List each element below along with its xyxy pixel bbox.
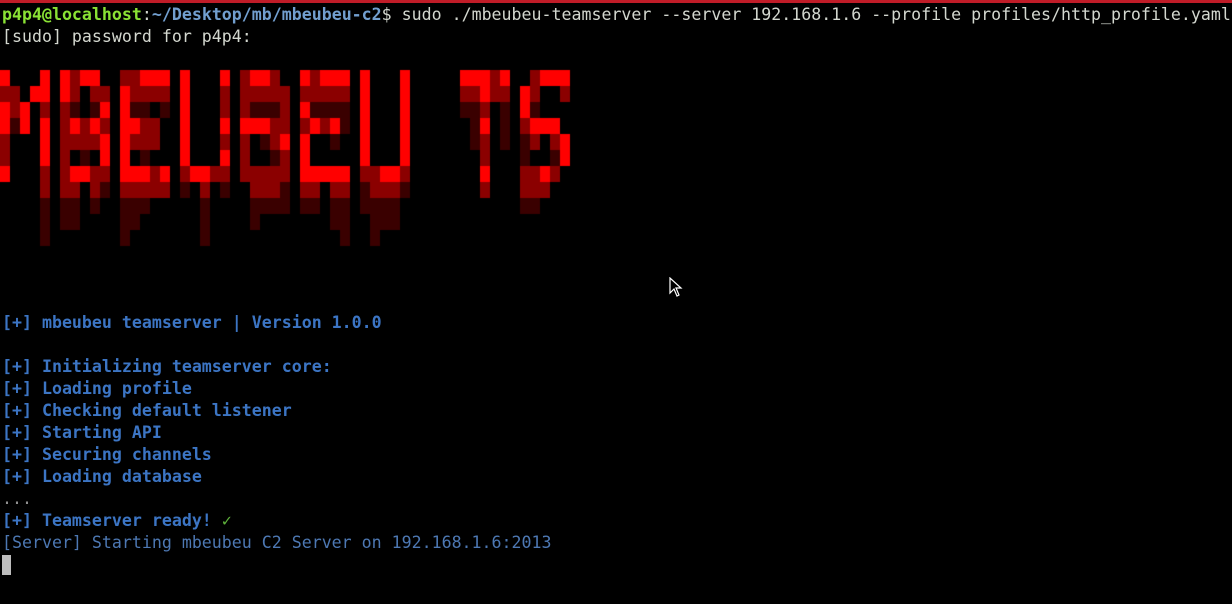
step-line: [+] Loading profile [2, 379, 192, 398]
step-line: [+] Securing channels [2, 445, 212, 464]
server-status-line: [Server] Starting mbeubeu C2 Server on 1… [2, 533, 552, 552]
prompt-symbol: $ [381, 5, 392, 24]
step-line: [+] Starting API [2, 423, 162, 442]
step-line: [+] Initializing teamserver core: [2, 357, 332, 376]
mouse-pointer-icon [669, 277, 683, 297]
terminal-cursor [2, 555, 11, 575]
prompt-path: ~/Desktop/mb/mbeubeu-c2 [151, 5, 382, 24]
step-line: [+] Checking default listener [2, 401, 292, 420]
prompt-user-host: p4p4@localhost [2, 5, 142, 24]
window-top-border [0, 0, 1232, 3]
ellipsis-line: ... [2, 489, 32, 508]
sudo-password-prompt: [sudo] password for p4p4: [2, 27, 252, 46]
command-line: p4p4@localhost:~/Desktop/mb/mbeubeu-c2$ … [2, 4, 1231, 26]
command-text: sudo ./mbeubeu-teamserver --server 192.1… [391, 5, 1231, 24]
version-line: [+] mbeubeu teamserver | Version 1.0.0 [2, 313, 382, 332]
ready-text: [+] Teamserver ready! [2, 511, 212, 530]
ascii-art-banner [0, 60, 820, 300]
ready-line: [+] Teamserver ready! ✓ [2, 510, 232, 532]
prompt-separator: : [141, 5, 152, 24]
step-line: [+] Loading database [2, 467, 202, 486]
check-icon: ✓ [221, 511, 232, 530]
